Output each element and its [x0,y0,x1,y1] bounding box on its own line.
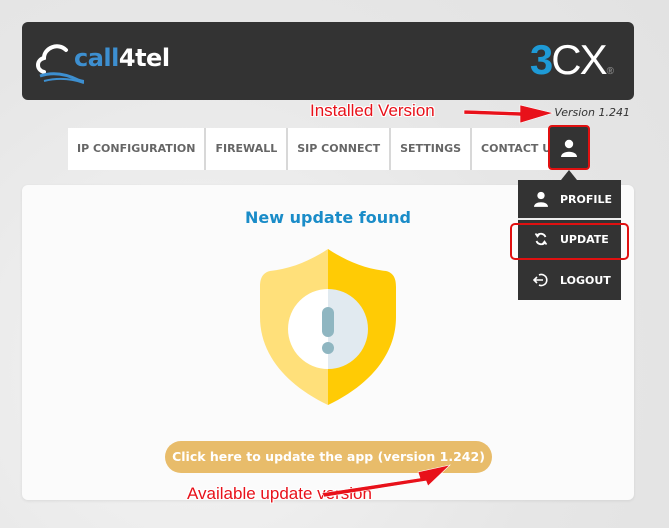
logo-text-4tel: 4tel [118,44,170,72]
menu-item-label: UPDATE [560,232,609,246]
user-icon [532,190,550,208]
3cx-logo: 3 CX ® [529,36,615,84]
menu-item-label: PROFILE [560,192,613,206]
user-dropdown-menu: PROFILE UPDATE LOGOUT [518,180,621,300]
menu-item-update[interactable]: UPDATE [518,220,621,260]
nav-firewall[interactable]: FIREWALL [206,128,289,170]
logo-text-call: call [74,44,119,72]
call4tel-logo[interactable]: call4tel [34,36,170,86]
logo-cx: CX [551,36,607,83]
dropdown-caret [561,170,577,180]
main-nav: IP CONFIGURATION FIREWALL SIP CONNECT SE… [68,128,569,170]
registered-mark: ® [606,65,615,77]
shield-warning-icon [260,249,396,405]
annotation-installed-version: Installed Version [310,101,435,120]
annotation-available-version: Available update version [187,484,372,503]
user-icon [561,139,577,157]
refresh-icon [532,230,550,248]
installed-version: Version 1.241 [554,106,630,119]
nav-settings[interactable]: SETTINGS [391,128,473,170]
nav-ip-configuration[interactable]: IP CONFIGURATION [68,128,207,170]
header-bar: call4tel 3 CX ® [22,22,634,100]
nav-sip-connect[interactable]: SIP CONNECT [288,128,392,170]
menu-item-profile[interactable]: PROFILE [518,180,621,220]
user-menu-button[interactable] [548,125,590,170]
logout-icon [532,271,550,289]
update-app-button[interactable]: Click here to update the app (version 1.… [165,441,492,473]
menu-item-label: LOGOUT [560,273,611,287]
arrow-to-installed-version [463,104,555,124]
menu-item-logout[interactable]: LOGOUT [518,260,621,300]
logo-3: 3 [529,36,553,83]
